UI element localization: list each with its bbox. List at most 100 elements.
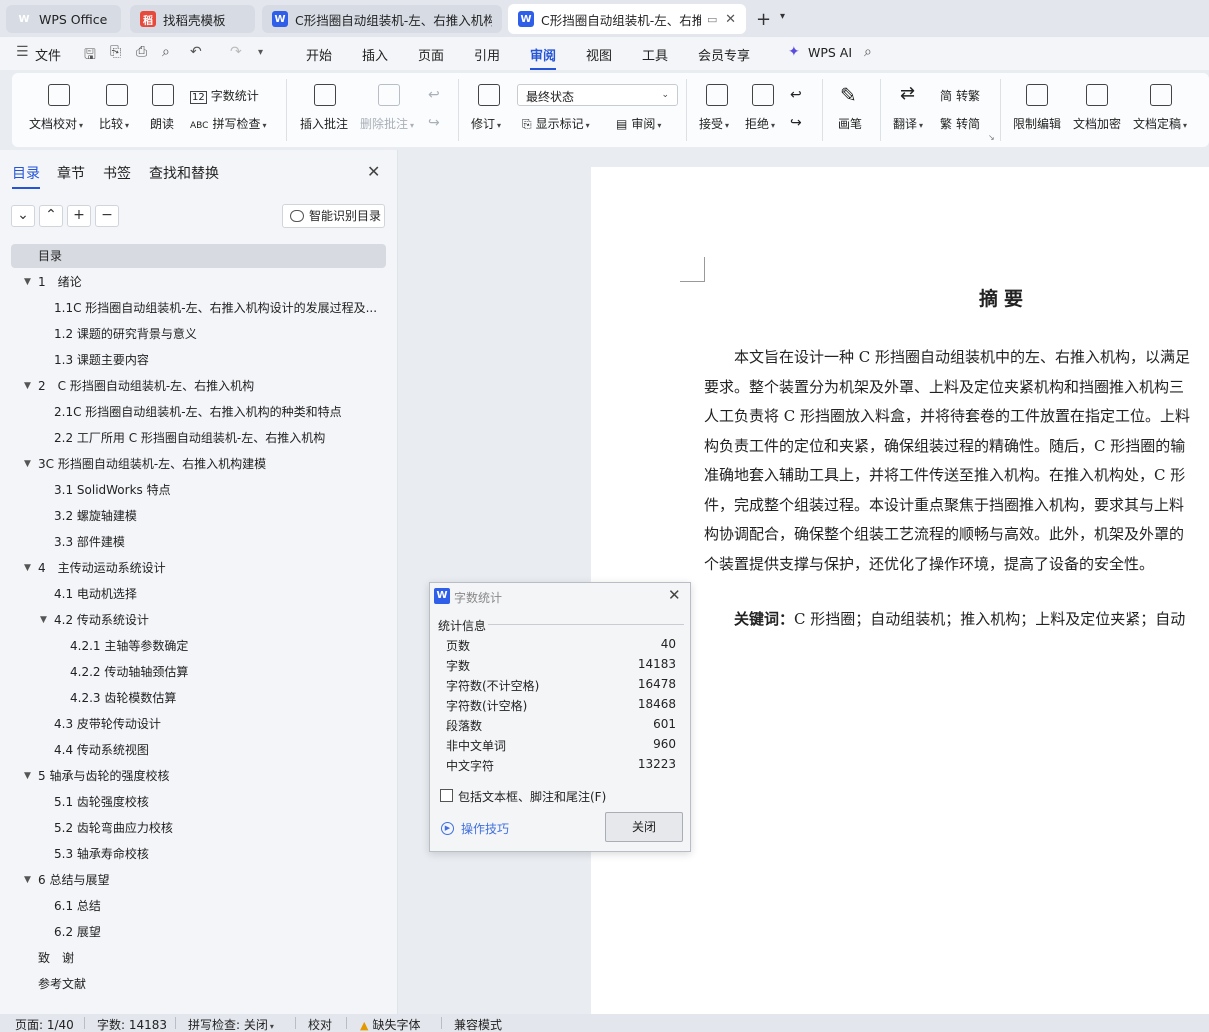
reject-button[interactable]: 拒绝 ▾	[745, 115, 775, 132]
toc-item[interactable]: 1.2 课题的研究背景与意义	[54, 322, 386, 346]
expand-triangle-icon[interactable]: ▼	[24, 875, 31, 885]
save-icon[interactable]: 🖫	[84, 44, 96, 68]
print-preview-icon[interactable]: ⌕	[162, 44, 170, 60]
expand-triangle-icon[interactable]: ▼	[40, 615, 47, 625]
next-change-icon[interactable]: ↪	[790, 115, 802, 131]
remove-heading-button[interactable]: −	[95, 205, 119, 227]
expand-down-button[interactable]: ⌄	[11, 205, 35, 227]
menu-insert[interactable]: 插入	[362, 45, 388, 64]
toc-item[interactable]: 5.1 齿轮强度校核	[54, 790, 386, 814]
nav-tab-chapter[interactable]: 章节	[57, 163, 85, 183]
toc-item[interactable]: 6.2 展望	[54, 920, 386, 944]
toc-item[interactable]: 致 谢	[38, 946, 386, 970]
toc-item[interactable]: 4.2.2 传动轴轴颈估算	[70, 660, 386, 684]
menu-tools[interactable]: 工具	[642, 45, 668, 64]
menu-view[interactable]: 视图	[586, 45, 612, 64]
toc-item[interactable]: 2.1C 形挡圈自动组装机-左、右推入机构的种类和特点	[54, 400, 386, 424]
nav-tab-find-replace[interactable]: 查找和替换	[149, 163, 219, 183]
revise-button[interactable]: 修订 ▾	[471, 115, 501, 132]
expand-triangle-icon[interactable]: ▼	[24, 563, 31, 573]
accept-button[interactable]: 接受 ▾	[699, 115, 729, 132]
menu-reference[interactable]: 引用	[474, 45, 500, 64]
tips-link[interactable]: 操作技巧	[461, 820, 509, 837]
include-textbox-checkbox[interactable]	[440, 789, 453, 802]
toc-item[interactable]: 4.1 电动机选择	[54, 582, 386, 606]
to-simplified-button[interactable]: 繁转简	[940, 115, 980, 132]
status-page[interactable]: 页面: 1/40	[15, 1016, 74, 1032]
expand-triangle-icon[interactable]: ▼	[24, 277, 31, 287]
expand-triangle-icon[interactable]: ▼	[24, 771, 31, 781]
expand-triangle-icon[interactable]: ▼	[24, 381, 31, 391]
restrict-edit-button[interactable]: 限制编辑	[1013, 115, 1061, 132]
encrypt-button[interactable]: 文档加密	[1073, 115, 1121, 132]
toc-item[interactable]: 参考文献	[38, 972, 386, 996]
toc-item[interactable]: 4.4 传动系统视图	[54, 738, 386, 762]
chevron-down-icon[interactable]: ▾	[258, 47, 263, 58]
toc-item[interactable]: 3.2 螺旋轴建模	[54, 504, 386, 528]
hamburger-menu-icon[interactable]: ☰	[16, 44, 29, 60]
new-tab-plus-icon[interactable]: +	[756, 9, 771, 30]
toc-item[interactable]: 目录	[11, 244, 386, 268]
previous-comment-icon[interactable]: ↩	[428, 87, 440, 103]
undo-icon[interactable]: ↶	[190, 44, 202, 60]
toc-item[interactable]: 1 绪论	[38, 270, 386, 294]
next-comment-icon[interactable]: ↪	[428, 115, 440, 131]
pen-button[interactable]: 画笔	[838, 115, 862, 132]
status-spell-check[interactable]: 拼写检查: 关闭 ▾	[188, 1016, 274, 1032]
tab-docer[interactable]: 稻 找稻壳模板	[130, 5, 255, 33]
toc-item[interactable]: 3.3 部件建模	[54, 530, 386, 554]
toc-item[interactable]: 4.3 皮带轮传动设计	[54, 712, 386, 736]
menu-home[interactable]: 开始	[306, 45, 332, 64]
tab-document-active[interactable]: W C形挡圈自动组装机-左、右推... ▭ ✕	[508, 4, 746, 34]
include-textbox-label[interactable]: 包括文本框、脚注和尾注(F)	[458, 788, 606, 805]
doc-check-button[interactable]: 文档校对 ▾	[29, 115, 83, 132]
close-button[interactable]: 关闭	[605, 812, 683, 842]
read-aloud-button[interactable]: 朗读	[150, 115, 174, 132]
expand-dialog-icon[interactable]: ↘	[988, 133, 995, 142]
menu-wps-ai[interactable]: WPS AI	[808, 45, 852, 60]
insert-comment-button[interactable]: 插入批注	[300, 115, 348, 132]
close-icon[interactable]: ✕	[367, 162, 380, 181]
search-icon[interactable]: ⌕	[864, 44, 872, 60]
smart-toc-button[interactable]: 智能识别目录	[282, 204, 385, 228]
toc-item[interactable]: 4.2.1 主轴等参数确定	[70, 634, 386, 658]
spell-check-button[interactable]: ABC 拼写检查 ▾	[190, 115, 267, 132]
status-word-count[interactable]: 字数: 14183	[97, 1016, 167, 1032]
menu-review[interactable]: 审阅	[530, 45, 557, 70]
close-tab-icon[interactable]: ✕	[725, 12, 736, 27]
menu-member[interactable]: 会员专享	[698, 45, 750, 64]
add-heading-button[interactable]: +	[67, 205, 91, 227]
toc-item[interactable]: 2 C 形挡圈自动组装机-左、右推入机构	[38, 374, 386, 398]
menu-page[interactable]: 页面	[418, 45, 444, 64]
toc-item[interactable]: 4.2 传动系统设计	[54, 608, 386, 632]
toc-item[interactable]: 6 总结与展望	[38, 868, 386, 892]
toc-item[interactable]: 5.2 齿轮弯曲应力校核	[54, 816, 386, 840]
export-icon[interactable]: ⎘	[110, 44, 121, 60]
toc-item[interactable]: 4 主传动运动系统设计	[38, 556, 386, 580]
toc-item[interactable]: 2.2 工厂所用 C 形挡圈自动组装机-左、右推入机构	[54, 426, 386, 450]
previous-change-icon[interactable]: ↩	[790, 87, 802, 103]
tab-document-1[interactable]: W C形挡圈自动组装机-左、右推入机构设	[262, 5, 502, 33]
finalize-button[interactable]: 文档定稿 ▾	[1133, 115, 1187, 132]
translate-button[interactable]: 翻译 ▾	[893, 115, 923, 132]
close-icon[interactable]: ✕	[668, 586, 681, 604]
toc-item[interactable]: 3C 形挡圈自动组装机-左、右推入机构建模	[38, 452, 386, 476]
status-missing-font[interactable]: ▲ 缺失字体	[360, 1016, 420, 1032]
monitor-icon[interactable]: ▭	[707, 13, 717, 26]
show-marks-button[interactable]: ⎘ 显示标记 ▾	[522, 115, 590, 132]
tab-wps-office[interactable]: W WPS Office	[6, 5, 121, 33]
review-pane-button[interactable]: ▤ 审阅 ▾	[616, 115, 661, 132]
toc-item[interactable]: 5.3 轴承寿命校核	[54, 842, 386, 866]
nav-tab-bookmark[interactable]: 书签	[103, 163, 131, 183]
redo-icon[interactable]: ↷	[230, 44, 242, 60]
toc-item[interactable]: 1.3 课题主要内容	[54, 348, 386, 372]
toc-item[interactable]: 1.1C 形挡圈自动组装机-左、右推入机构设计的发展过程及...	[54, 296, 386, 320]
toc-item[interactable]: 4.2.3 齿轮模数估算	[70, 686, 386, 710]
markup-status-select[interactable]: 最终状态 ⌄	[517, 84, 678, 106]
menu-file[interactable]: 文件	[35, 45, 61, 64]
toc-item[interactable]: 3.1 SolidWorks 特点	[54, 478, 386, 502]
word-count-button[interactable]: 12 字数统计	[190, 87, 259, 104]
to-traditional-button[interactable]: 简转繁	[940, 87, 980, 104]
status-proof[interactable]: 校对	[308, 1016, 332, 1032]
collapse-up-button[interactable]: ⌃	[39, 205, 63, 227]
